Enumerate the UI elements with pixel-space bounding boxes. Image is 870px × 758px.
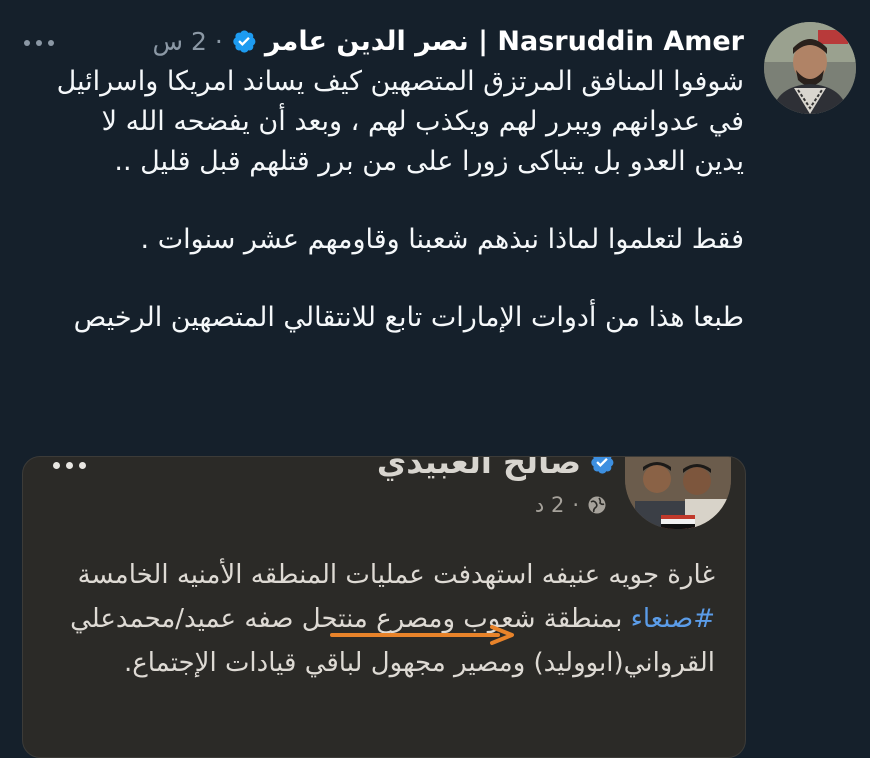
embed-separator: · (572, 493, 579, 517)
more-horizontal-icon (66, 462, 73, 469)
more-horizontal-icon (79, 462, 86, 469)
tweet-separator: · (214, 26, 223, 56)
tweet[interactable]: نصر الدين عامر | Nasruddin Amer · 2 س شو… (0, 0, 870, 758)
author-avatar[interactable] (764, 22, 856, 114)
tweet-paragraph: شوفوا المنافق المرتزق المتصهين كيف يساند… (56, 66, 744, 177)
more-horizontal-icon (48, 40, 54, 46)
embed-author-name: صالح العبيدي (376, 456, 581, 481)
embed-author-name-row: صالح العبيدي (376, 456, 615, 481)
more-options-button[interactable] (24, 34, 66, 52)
tweet-paragraph: فقط لتعلموا لماذا نبذهم شعبنا وقاومهم عش… (140, 224, 744, 255)
verified-badge-icon (589, 457, 615, 475)
more-horizontal-icon (24, 40, 30, 46)
embed-more-options (53, 462, 86, 469)
globe-icon (587, 495, 607, 515)
embed-hashtag-link: #صنعاء (630, 604, 715, 634)
embed-meta: 2 د · (535, 493, 607, 517)
embedded-image[interactable]: صالح العبيدي 2 د · غارة جويه عنيفه استهد… (22, 456, 746, 758)
more-horizontal-icon (53, 462, 60, 469)
annotation-arrow-icon (330, 624, 515, 646)
tweet-paragraph: طبعا هذا من أدوات الإمارات تابع للانتقال… (73, 302, 744, 333)
embed-text-part: غارة جويه عنيفه استهدفت عمليات المنطقه ا… (77, 560, 715, 590)
more-horizontal-icon (36, 40, 42, 46)
embed-timestamp: 2 د (534, 493, 565, 517)
tweet-timestamp[interactable]: 2 س (153, 27, 207, 56)
embed-author-avatar (625, 457, 731, 529)
tweet-body: شوفوا المنافق المرتزق المتصهين كيف يساند… (44, 62, 744, 376)
author-display-name[interactable]: نصر الدين عامر | Nasruddin Amer (265, 26, 744, 57)
verified-badge-icon (231, 28, 257, 54)
embed-post-text: غارة جويه عنيفه استهدفت عمليات المنطقه ا… (55, 553, 715, 685)
tweet-header: نصر الدين عامر | Nasruddin Amer · 2 س (153, 24, 744, 58)
